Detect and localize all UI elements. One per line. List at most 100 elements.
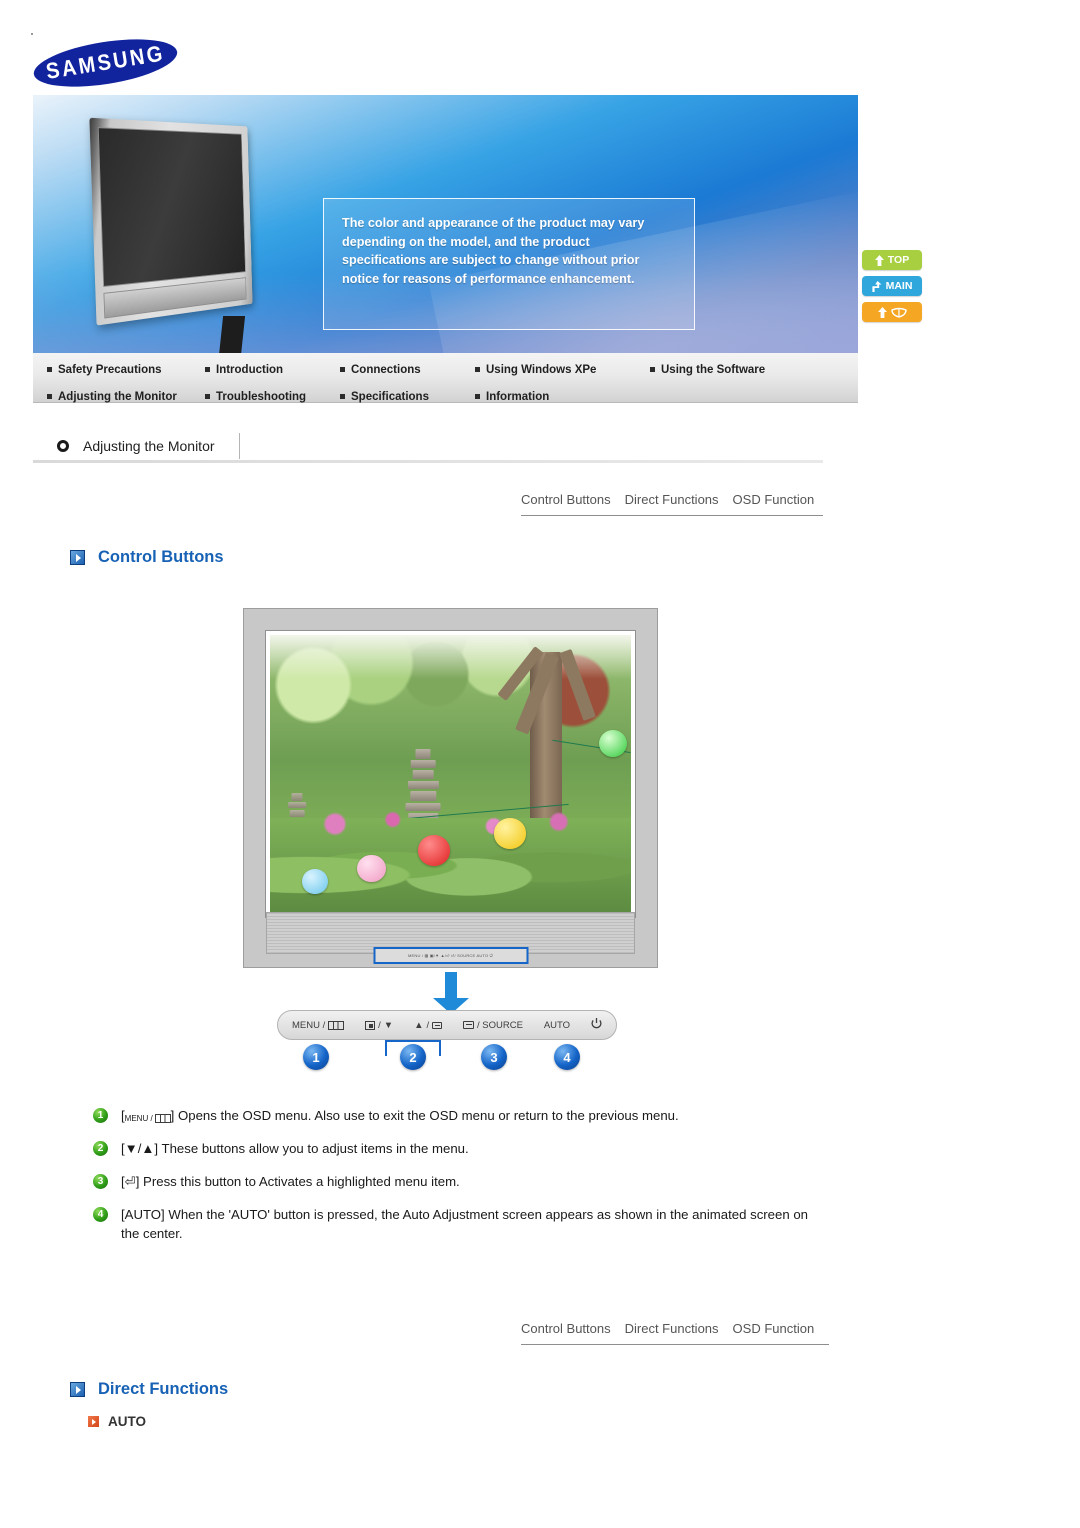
- menu-glyph-label: MENU /: [124, 1114, 153, 1123]
- logo-ellipse: SAMSUNG: [30, 30, 181, 96]
- square-bullet-icon: [205, 367, 210, 372]
- down-triangle-icon: ▼: [383, 1019, 394, 1031]
- nav-item-connections[interactable]: Connections: [340, 364, 475, 376]
- scene-lantern-yellow: [493, 818, 527, 850]
- tab-direct-functions[interactable]: Direct Functions: [625, 1321, 719, 1336]
- control-button-bar: MENU / / ▼ ▲ / / SOURCE AUTO: [277, 1010, 617, 1040]
- square-bullet-icon: [340, 367, 345, 372]
- ring-icon: [57, 440, 69, 452]
- square-bullet-icon: [47, 394, 52, 399]
- garden-scene-image: [270, 635, 631, 913]
- arrow-up-icon: [877, 306, 887, 318]
- down-button[interactable]: / ▼: [365, 1020, 393, 1031]
- book-arrow-icon: [890, 307, 907, 318]
- tab-direct-functions[interactable]: Direct Functions: [625, 492, 719, 507]
- tab-osd-function[interactable]: OSD Function: [733, 1321, 815, 1336]
- nav-item-adjusting-the-monitor[interactable]: Adjusting the Monitor: [33, 391, 205, 403]
- power-button[interactable]: [591, 1017, 602, 1033]
- source-button-label: / SOURCE: [477, 1019, 523, 1031]
- nav-item-specifications[interactable]: Specifications: [340, 391, 475, 403]
- description-item-3: 3 [⏎] Press this button to Activates a h…: [93, 1172, 813, 1191]
- home-arrow-icon: [871, 280, 882, 292]
- callout-1: 1: [303, 1044, 329, 1070]
- nav-item-using-windows-xpe[interactable]: Using Windows XPe: [475, 364, 650, 376]
- main-button[interactable]: MAIN: [862, 276, 922, 296]
- nav-item-safety-precautions[interactable]: Safety Precautions: [33, 364, 205, 376]
- auto-button[interactable]: AUTO: [544, 1020, 570, 1031]
- description-list: 1 [MENU /] Opens the OSD menu. Also use …: [93, 1106, 813, 1257]
- samsung-logo[interactable]: SAMSUNG: [30, 30, 181, 96]
- nav-item-information[interactable]: Information: [475, 391, 549, 403]
- description-suffix: ] Opens the OSD menu. Also use to exit t…: [170, 1108, 679, 1123]
- square-bullet-icon: [205, 394, 210, 399]
- description-number: 2: [93, 1141, 108, 1156]
- book-button[interactable]: [862, 302, 922, 322]
- monitor-photo: MENU / ▦ ▣/▼ ▲/⏎ ⏎/ SOURCE AUTO ⏻: [243, 608, 658, 968]
- tab-control-buttons[interactable]: Control Buttons: [521, 1321, 611, 1336]
- monitor-stand: [218, 316, 246, 353]
- menu-bars-icon: [154, 1114, 171, 1124]
- tab-control-buttons[interactable]: Control Buttons: [521, 492, 611, 507]
- scene-lantern-blue: [302, 868, 328, 894]
- description-text: [▼/▲] These buttons allow you to adjust …: [121, 1141, 469, 1156]
- monitor-body: [89, 117, 253, 326]
- description-item-1: 1 [MENU /] Opens the OSD menu. Also use …: [93, 1106, 813, 1125]
- control-panel-highlight[interactable]: MENU / ▦ ▣/▼ ▲/⏎ ⏎/ SOURCE AUTO ⏻: [373, 947, 528, 964]
- description-number: 1: [93, 1108, 108, 1123]
- scene-lantern-green: [598, 729, 628, 758]
- product-notice: The color and appearance of the product …: [323, 198, 695, 330]
- tabs-mid-rule: [521, 1344, 829, 1345]
- monitor-screen: [97, 127, 246, 287]
- scene-flowers: [270, 801, 631, 847]
- nav-item-troubleshooting[interactable]: Troubleshooting: [205, 391, 340, 403]
- scene-lantern-pink: [356, 854, 386, 883]
- nav-label: Specifications: [351, 390, 429, 403]
- nav-item-using-the-software[interactable]: Using the Software: [650, 364, 765, 376]
- nav-row-2: Adjusting the Monitor Troubleshooting Sp…: [33, 386, 858, 407]
- section-title: Control Buttons: [98, 548, 224, 566]
- arrow-right-icon: [70, 550, 85, 565]
- nav-label: Information: [486, 390, 550, 403]
- section-nav-bar: Safety Precautions Introduction Connecti…: [33, 353, 858, 403]
- nav-item-introduction[interactable]: Introduction: [205, 364, 340, 376]
- menu-button[interactable]: MENU /: [292, 1019, 345, 1031]
- hero-banner: The color and appearance of the product …: [33, 95, 858, 353]
- menu-bars-icon: [328, 1020, 345, 1030]
- top-button[interactable]: TOP: [862, 250, 922, 270]
- callout-2: 2: [400, 1044, 426, 1070]
- power-icon: [591, 1017, 602, 1033]
- monitor-illustration: [89, 117, 343, 353]
- direct-function-label: AUTO: [108, 1414, 147, 1429]
- tabs-top-rule: [521, 515, 823, 516]
- square-bullet-icon: [650, 367, 655, 372]
- section-heading-control-buttons: Control Buttons: [70, 548, 224, 567]
- nav-label: Connections: [351, 363, 421, 376]
- description-item-4: 4 [AUTO] When the 'AUTO' button is press…: [93, 1205, 813, 1243]
- callout-4: 4: [554, 1044, 580, 1070]
- section-title: Direct Functions: [98, 1380, 229, 1398]
- nav-label: Safety Precautions: [58, 363, 162, 376]
- description-number: 3: [93, 1174, 108, 1189]
- square-bullet-icon: [475, 367, 480, 372]
- return-icon: [432, 1021, 443, 1029]
- arrow-up-icon: [874, 254, 884, 266]
- nav-label: Using the Software: [661, 363, 766, 376]
- source-button[interactable]: / SOURCE: [463, 1020, 523, 1031]
- auto-button-label: AUTO: [543, 1019, 571, 1031]
- menu-button-label: MENU /: [292, 1019, 326, 1031]
- up-button[interactable]: ▲ /: [414, 1020, 443, 1031]
- nav-label: Adjusting the Monitor: [58, 390, 177, 403]
- page-speck: [31, 33, 33, 35]
- monitor-photo-bezel: [265, 630, 636, 918]
- nav-row-1: Safety Precautions Introduction Connecti…: [33, 359, 858, 380]
- menu-glyph-inline: MENU /: [125, 1113, 171, 1125]
- description-text: [AUTO] When the 'AUTO' button is pressed…: [121, 1207, 809, 1241]
- description-number: 4: [93, 1207, 108, 1222]
- tab-osd-function[interactable]: OSD Function: [733, 492, 815, 507]
- page-title: Adjusting the Monitor: [83, 438, 215, 454]
- callout-number-row: 1 2 3 4: [277, 1040, 617, 1074]
- down-arrow-icon: [432, 972, 470, 1014]
- direct-function-auto[interactable]: AUTO: [88, 1414, 146, 1429]
- square-bullet-icon: [475, 394, 480, 399]
- side-button-group: TOP MAIN: [862, 250, 924, 328]
